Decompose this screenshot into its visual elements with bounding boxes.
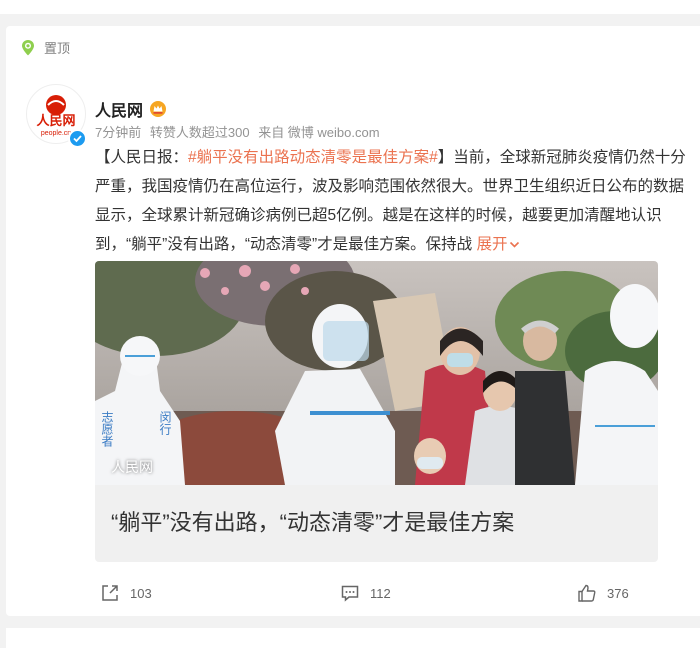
comment-icon (341, 585, 359, 602)
expand-button[interactable]: 展开 (476, 236, 520, 253)
vip-crown-icon (150, 101, 167, 117)
author-name-text[interactable]: 人民网 (95, 97, 143, 121)
post-action-bar: 103 112 376 (6, 583, 700, 609)
pinned-label: 置顶 (44, 41, 71, 56)
pin-icon (22, 39, 34, 55)
avatar-logo-text: 人民网 (36, 113, 75, 128)
pinned-indicator: 置顶 (20, 38, 70, 57)
next-card-edge (6, 628, 700, 648)
post-meta: 7分钟前 转赞人数超过300 来自 微博 weibo.com (95, 122, 385, 141)
image-watermark: 人民网 (111, 459, 153, 475)
author-name[interactable]: 人民网 (95, 97, 167, 121)
comment-count[interactable]: 112 (370, 586, 391, 601)
article-card-image[interactable]: 志愿者 闵行 人民网 (95, 261, 658, 485)
hashtag-link[interactable]: #躺平没有出路动态清零是最佳方案# (188, 149, 438, 166)
like-count[interactable]: 376 (607, 586, 629, 601)
share-button[interactable]: 103 (100, 583, 152, 603)
vest-text-2: 闵行 (158, 410, 172, 435)
vest-text-1: 志愿者 (100, 411, 114, 448)
post-time[interactable]: 7分钟前 (95, 125, 141, 140)
chevron-down-icon (510, 241, 520, 248)
share-count[interactable]: 103 (130, 586, 152, 601)
verified-badge-icon (68, 129, 87, 148)
article-card-title[interactable]: “躺平”没有出路，“动态清零”才是最佳方案 (111, 505, 514, 537)
post-body: 【人民日报：#躺平没有出路动态清零是最佳方案#】当前，全球新冠肺炎疫情仍然十分严… (95, 143, 695, 259)
repost-count-text: 转赞人数超过300 (149, 125, 250, 140)
article-card-title-box[interactable]: “躺平”没有出路，“动态清零”才是最佳方案 (95, 485, 658, 562)
share-icon (102, 585, 118, 601)
weibo-post-card: 置顶 人民网 people.cn 人民网 7分钟前 转赞人数超过300 来自 微… (6, 26, 700, 616)
post-prefix: 【人民日报： (95, 149, 189, 166)
expand-label[interactable]: 展开 (476, 236, 507, 253)
post-source: 来自 微博 weibo.com (258, 125, 380, 140)
like-button[interactable]: 376 (577, 583, 629, 603)
comment-button[interactable]: 112 (340, 583, 391, 603)
avatar-logo-subtext: people.cn (41, 130, 71, 137)
thumbs-up-icon (578, 584, 596, 602)
previous-card-edge (0, 0, 700, 14)
